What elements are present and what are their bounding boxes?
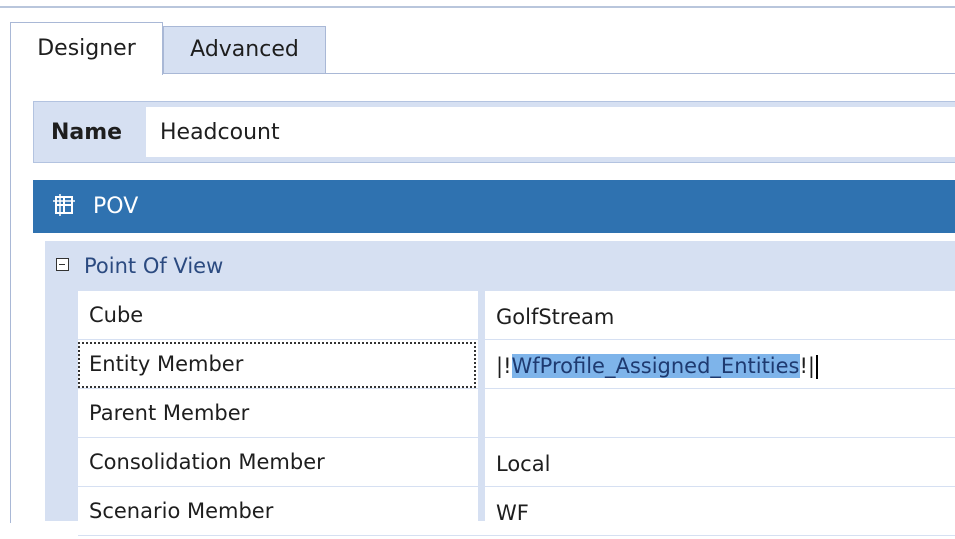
pov-section-header[interactable]: POV	[33, 180, 955, 233]
value-prefix: |!	[496, 354, 512, 378]
property-row-consolidation-member[interactable]: Consolidation Member Local	[78, 438, 955, 487]
column-divider-top	[478, 241, 485, 521]
property-label: Entity Member	[89, 352, 244, 376]
tab-designer[interactable]: Designer	[10, 22, 163, 75]
value-suffix: !|	[799, 354, 816, 378]
category-point-of-view[interactable]: Point Of View	[45, 241, 955, 291]
property-value[interactable]: Local	[496, 438, 550, 490]
name-label: Name	[51, 120, 123, 145]
property-row-scenario-member[interactable]: Scenario Member WF	[78, 487, 955, 536]
collapse-icon[interactable]	[56, 258, 69, 271]
tab-advanced[interactable]: Advanced	[163, 26, 326, 74]
category-label: Point Of View	[84, 254, 224, 278]
name-bar: Name	[33, 101, 955, 163]
property-label: Cube	[89, 303, 144, 327]
pov-title: POV	[93, 194, 139, 219]
property-value[interactable]: WF	[496, 487, 529, 539]
property-row-cube[interactable]: Cube GolfStream	[78, 291, 955, 340]
property-row-entity-member[interactable]: Entity Member |!WfProfile_Assigned_Entit…	[78, 340, 955, 389]
property-value[interactable]: GolfStream	[496, 291, 614, 343]
name-input[interactable]	[146, 107, 955, 157]
selected-text: WfProfile_Assigned_Entities	[511, 354, 800, 378]
property-label: Parent Member	[89, 401, 250, 425]
property-grid: Point Of View Cube GolfStream Entity Mem…	[45, 241, 955, 536]
cube-grid-icon	[53, 194, 75, 216]
property-value-editor[interactable]: |!WfProfile_Assigned_Entities!|	[496, 340, 819, 392]
top-border	[0, 0, 955, 8]
property-row-parent-member[interactable]: Parent Member	[78, 389, 955, 438]
property-label: Consolidation Member	[89, 450, 325, 474]
property-label: Scenario Member	[89, 499, 274, 523]
text-caret	[816, 355, 819, 379]
